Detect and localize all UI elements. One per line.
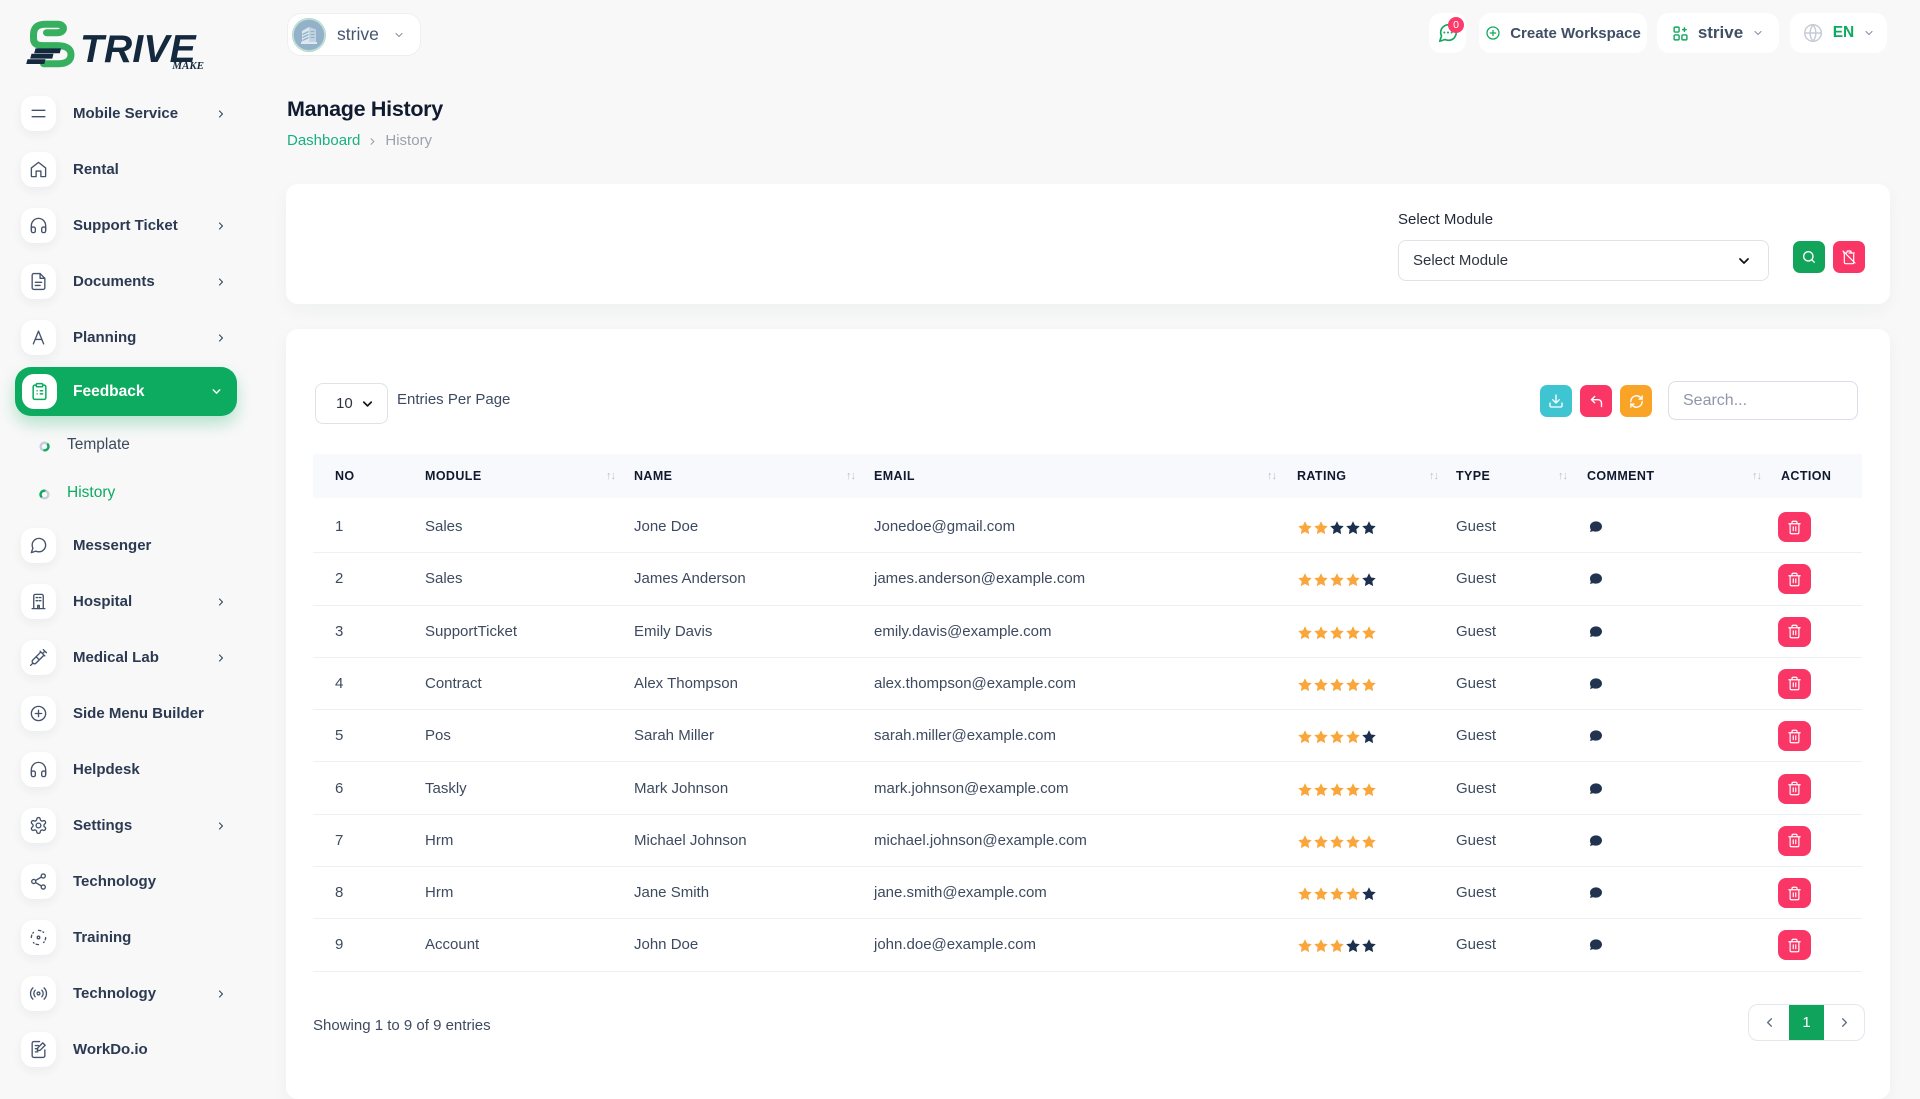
svg-text:MAKE: MAKE — [171, 60, 204, 72]
